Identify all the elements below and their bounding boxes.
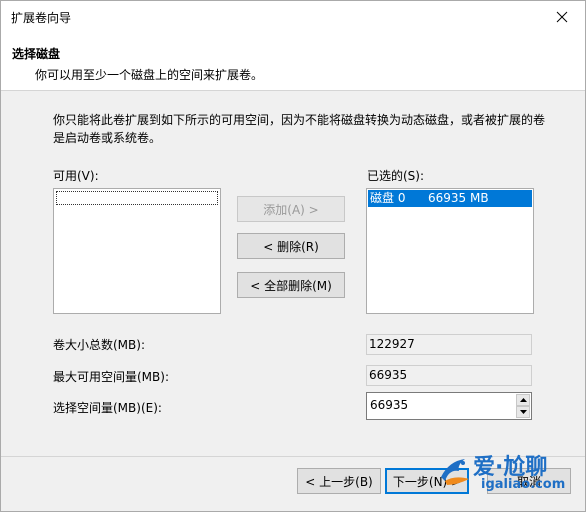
spin-up-button[interactable] <box>516 394 530 406</box>
watermark-url: igaliao.com <box>481 477 566 492</box>
add-button[interactable]: 添加(A) > <box>237 196 345 222</box>
list-item[interactable]: 磁盘 0 66935 MB <box>368 190 532 207</box>
wizard-header: 选择磁盘 你可以用至少一个磁盘上的空间来扩展卷。 <box>1 32 585 91</box>
available-label: 可用(V): <box>53 169 99 183</box>
max-space-value: 66935 <box>366 365 532 386</box>
select-space-stepper[interactable]: 66935 <box>366 392 532 420</box>
watermark-logo: 爱·尬聊 igaliao.com <box>433 449 583 499</box>
close-icon <box>556 11 568 22</box>
title-bar: 扩展卷向导 <box>1 1 585 32</box>
page-title: 选择磁盘 <box>12 47 61 61</box>
select-space-label: 选择空间量(MB)(E): <box>53 401 162 415</box>
spin-down-button[interactable] <box>516 406 530 418</box>
description-text: 你只能将此卷扩展到如下所示的可用空间，因为不能将磁盘转换为动态磁盘，或者被扩展的… <box>53 113 546 145</box>
page-subtitle: 你可以用至少一个磁盘上的空间来扩展卷。 <box>35 68 264 82</box>
arrow-down-icon <box>519 410 527 414</box>
available-listbox[interactable] <box>53 188 221 314</box>
total-size-value: 122927 <box>366 334 532 355</box>
remove-all-button[interactable]: < 全部删除(M) <box>237 272 345 298</box>
total-size-label: 卷大小总数(MB): <box>53 338 145 352</box>
select-space-value[interactable]: 66935 <box>370 398 408 412</box>
arrow-up-icon <box>519 398 527 402</box>
window-title: 扩展卷向导 <box>11 11 72 25</box>
selected-label: 已选的(S): <box>367 169 425 183</box>
extend-volume-wizard-window: 扩展卷向导 选择磁盘 你可以用至少一个磁盘上的空间来扩展卷。 你只能将此卷扩展到… <box>0 0 586 512</box>
close-button[interactable] <box>539 1 585 32</box>
focus-rect <box>56 191 218 205</box>
max-space-label: 最大可用空间量(MB): <box>53 370 169 384</box>
selected-listbox[interactable]: 磁盘 0 66935 MB <box>366 188 534 314</box>
bird-logo-icon <box>441 459 469 485</box>
back-button[interactable]: < 上一步(B) <box>297 468 381 494</box>
disk-name: 磁盘 0 <box>370 191 406 205</box>
disk-size: 66935 MB <box>428 191 489 205</box>
remove-button[interactable]: < 删除(R) <box>237 233 345 259</box>
